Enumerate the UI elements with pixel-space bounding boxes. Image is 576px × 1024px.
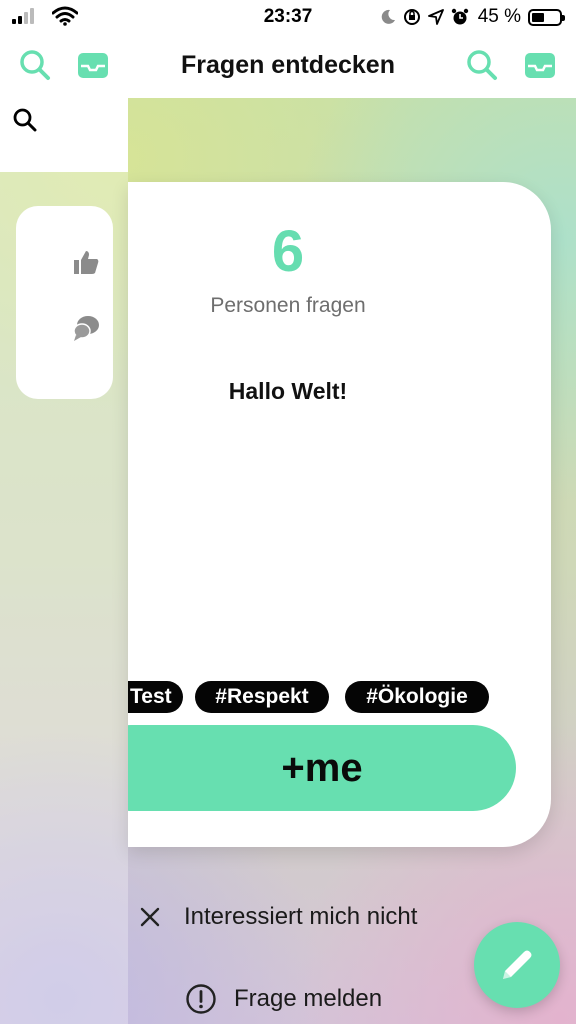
thumbs-up-icon[interactable] bbox=[72, 248, 100, 276]
report-question-button[interactable]: Frage melden bbox=[185, 983, 382, 1015]
tag-chip[interactable]: #Ökologie bbox=[345, 681, 489, 713]
battery-icon bbox=[528, 8, 565, 26]
question-text: Hallo Welt! bbox=[228, 378, 348, 404]
search-icon[interactable] bbox=[12, 107, 38, 133]
asker-count: 6 bbox=[271, 219, 305, 284]
tag-chip[interactable]: #Respekt bbox=[195, 681, 329, 713]
not-interested-label: Interessiert mich nicht bbox=[184, 903, 418, 930]
me-button[interactable]: +me bbox=[128, 725, 516, 811]
pencil-icon bbox=[503, 950, 532, 979]
exclamation-circle-icon bbox=[186, 984, 216, 1014]
location-icon bbox=[427, 9, 444, 25]
not-interested-button[interactable]: Interessiert mich nicht bbox=[138, 903, 417, 931]
question-card[interactable]: 6 Personen fragen Hallo Welt! Test #Resp… bbox=[128, 182, 551, 847]
moon-icon bbox=[381, 9, 395, 24]
status-bar: 23:37 45 % bbox=[0, 0, 576, 34]
close-icon bbox=[140, 907, 160, 927]
asker-count-label: Personen fragen bbox=[210, 294, 366, 317]
compose-fab[interactable] bbox=[474, 922, 560, 1008]
report-label: Frage melden bbox=[234, 985, 383, 1012]
side-menu-search[interactable] bbox=[0, 98, 128, 172]
orientation-lock-icon bbox=[403, 9, 420, 25]
speech-bubbles-icon[interactable] bbox=[72, 314, 100, 342]
inbox-icon[interactable] bbox=[523, 48, 557, 82]
side-card[interactable] bbox=[16, 206, 113, 399]
battery-percent: 45 % bbox=[477, 6, 521, 27]
tag-chip[interactable]: Test bbox=[128, 681, 183, 713]
app-header: Fragen entdecken bbox=[0, 34, 576, 98]
alarm-icon bbox=[451, 8, 468, 25]
search-icon[interactable] bbox=[465, 48, 499, 82]
